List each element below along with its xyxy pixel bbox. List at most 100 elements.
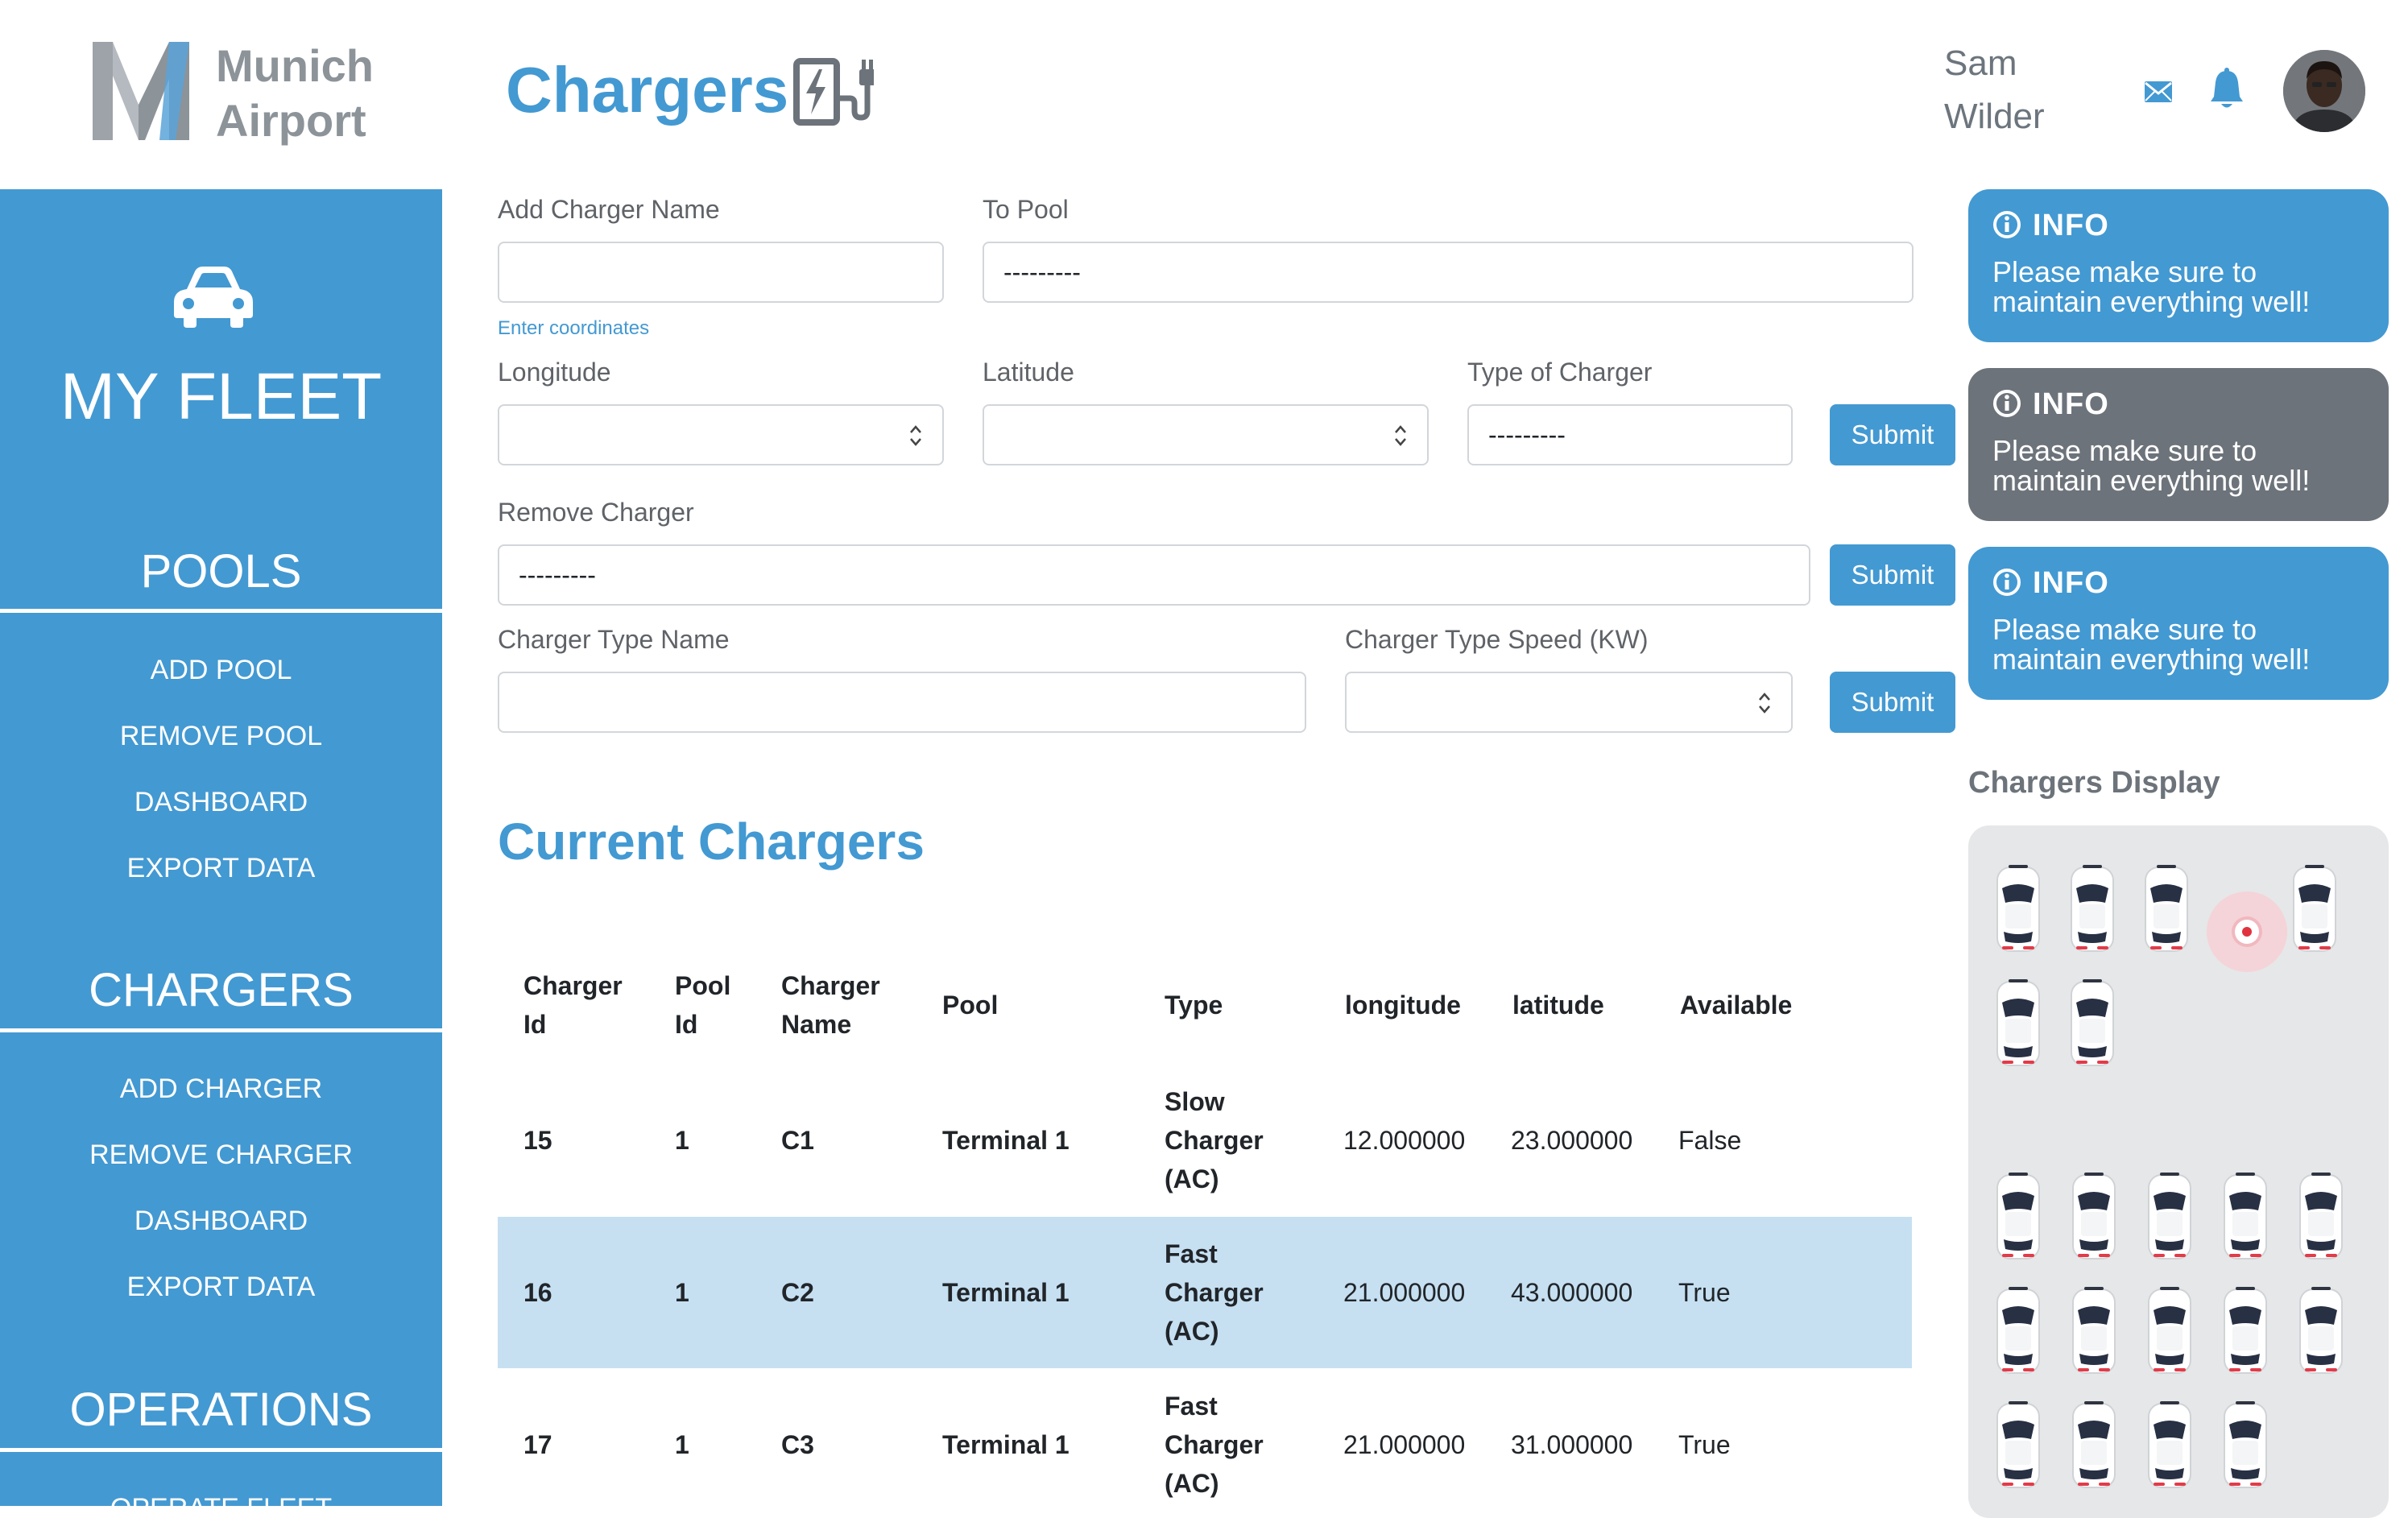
cell-charger-id: 16 <box>523 1278 552 1307</box>
header-latitude[interactable]: latitude <box>1512 986 1604 1024</box>
cell-charger-id: 17 <box>523 1430 552 1459</box>
ev-charger-icon <box>793 58 874 126</box>
cell-pool-id: 1 <box>675 1278 689 1307</box>
charger-type-submit-button[interactable]: Submit <box>1830 672 1955 733</box>
car-topview-icon[interactable] <box>2221 1286 2269 1376</box>
header-text: Id <box>675 1010 698 1039</box>
car-topview-icon[interactable] <box>2070 1172 2118 1262</box>
cell-charger-name: C1 <box>781 1126 814 1155</box>
charger-type-selected: --------- <box>1488 420 1566 449</box>
remove-charger-select[interactable]: --------- <box>498 544 1810 606</box>
cell-pool-id: 1 <box>675 1430 689 1459</box>
remove-charger-submit-button[interactable]: Submit <box>1830 544 1955 606</box>
info-card-message: Please make sure to maintain everything … <box>1992 613 2311 676</box>
cell-longitude: 21.000000 <box>1343 1278 1466 1307</box>
cell-charger-id: 15 <box>523 1126 552 1155</box>
charger-type-select[interactable]: --------- <box>1467 404 1793 465</box>
header-pool-id[interactable]: Pool Id <box>675 966 730 1044</box>
avatar[interactable] <box>2283 50 2365 132</box>
remove-charger-label: Remove Charger <box>498 498 694 527</box>
latitude-input[interactable] <box>983 404 1429 465</box>
car-topview-icon[interactable] <box>2221 1172 2269 1262</box>
car-topview-icon[interactable] <box>1994 864 2042 954</box>
charger-type-label: Type of Charger <box>1467 358 1653 387</box>
add-charger-name-label: Add Charger Name <box>498 195 720 224</box>
sidebar-item-add-charger[interactable]: ADD CHARGER <box>0 1072 442 1106</box>
longitude-label: Longitude <box>498 358 611 387</box>
header-text: Charger <box>523 971 623 1000</box>
header-text: Charger <box>781 971 880 1000</box>
car-icon <box>174 267 253 328</box>
section-divider <box>0 609 442 613</box>
stepper-arrows-icon[interactable] <box>908 424 923 448</box>
sidebar-item-chargers-export[interactable]: EXPORT DATA <box>0 1270 442 1304</box>
header-charger-id[interactable]: Charger Id <box>523 966 623 1044</box>
cell-type-line: Fast <box>1165 1392 1218 1421</box>
info-card-title: INFO <box>2033 566 2109 600</box>
cell-type-line: Charger <box>1165 1278 1264 1307</box>
cell-latitude: 43.000000 <box>1511 1278 1633 1307</box>
car-topview-icon[interactable] <box>1994 978 2042 1069</box>
mail-icon[interactable] <box>2144 81 2173 103</box>
coordinates-hint: Enter coordinates <box>498 317 650 339</box>
car-topview-icon[interactable] <box>2290 864 2339 954</box>
car-topview-icon[interactable] <box>1994 1400 2042 1491</box>
cell-type: Fast Charger (AC) <box>1165 1235 1264 1350</box>
add-charger-submit-button[interactable]: Submit <box>1830 404 1955 465</box>
info-icon <box>1993 211 2021 238</box>
header-type[interactable]: Type <box>1165 986 1223 1024</box>
sidebar: MY FLEET POOLS ADD POOL REMOVE POOL DASH… <box>0 189 442 1506</box>
car-topview-icon[interactable] <box>2068 864 2116 954</box>
sidebar-item-remove-charger[interactable]: REMOVE CHARGER <box>0 1138 442 1172</box>
bell-icon[interactable] <box>2209 68 2245 111</box>
car-topview-icon[interactable] <box>2297 1172 2345 1262</box>
airport-m-icon <box>93 42 189 140</box>
info-card: INFO Please make sure to maintain everyt… <box>1968 547 2389 700</box>
add-charger-name-input[interactable] <box>498 242 944 303</box>
car-topview-icon[interactable] <box>2221 1400 2269 1491</box>
sidebar-item-chargers-dashboard[interactable]: DASHBOARD <box>0 1204 442 1238</box>
stepper-arrows-icon[interactable] <box>1393 424 1408 448</box>
longitude-input[interactable] <box>498 404 944 465</box>
chargers-display-title: Chargers Display <box>1968 766 2220 800</box>
sidebar-item-pools-dashboard[interactable]: DASHBOARD <box>0 785 442 819</box>
logo-line-1: Munich <box>216 40 374 91</box>
to-pool-select[interactable]: --------- <box>983 242 1914 303</box>
sidebar-item-operate-fleet[interactable]: OPERATE FLEET <box>0 1491 442 1506</box>
cell-charger-name: C2 <box>781 1278 814 1307</box>
stepper-arrows-icon[interactable] <box>1757 691 1772 715</box>
car-topview-icon[interactable] <box>2145 1286 2194 1376</box>
sidebar-item-remove-pool[interactable]: REMOVE POOL <box>0 719 442 753</box>
car-topview-icon[interactable] <box>2142 864 2191 954</box>
header-pool[interactable]: Pool <box>942 986 998 1024</box>
user-first-name: Sam <box>1944 43 2017 83</box>
cell-available: False <box>1678 1126 1742 1155</box>
user-name[interactable]: Sam Wilder <box>1944 37 2057 143</box>
car-topview-icon[interactable] <box>2145 1400 2194 1491</box>
sidebar-item-add-pool[interactable]: ADD POOL <box>0 653 442 687</box>
sidebar-item-pools-export[interactable]: EXPORT DATA <box>0 851 442 885</box>
cell-latitude: 23.000000 <box>1511 1126 1633 1155</box>
car-topview-icon[interactable] <box>2145 1172 2194 1262</box>
to-pool-label: To Pool <box>983 195 1069 224</box>
header-text: Id <box>523 1010 547 1039</box>
header-longitude[interactable]: longitude <box>1345 986 1461 1024</box>
table-row[interactable]: 16 1 C2 Terminal 1 Fast Charger (AC) 21.… <box>498 1217 1912 1368</box>
header-text: Pool <box>675 971 731 1000</box>
charger-type-speed-input[interactable] <box>1345 672 1793 733</box>
cell-pool: Terminal 1 <box>942 1430 1070 1459</box>
car-topview-icon[interactable] <box>1994 1172 2042 1262</box>
info-icon <box>1993 569 2021 596</box>
charger-type-name-input[interactable] <box>498 672 1306 733</box>
info-icon <box>1993 390 2021 417</box>
header-charger-name[interactable]: Charger Name <box>781 966 880 1044</box>
car-topview-icon[interactable] <box>2070 1400 2118 1491</box>
car-topview-icon[interactable] <box>2068 978 2116 1069</box>
table-row[interactable]: 15 1 C1 Terminal 1 Slow Charger (AC) 12.… <box>498 1065 1912 1216</box>
header-available[interactable]: Available <box>1680 986 1792 1024</box>
table-row[interactable]: 17 1 C3 Terminal 1 Fast Charger (AC) 21.… <box>498 1369 1912 1506</box>
car-topview-icon[interactable] <box>1994 1286 2042 1376</box>
car-topview-icon[interactable] <box>2070 1286 2118 1376</box>
cell-type: Slow Charger (AC) <box>1165 1082 1264 1198</box>
car-topview-icon[interactable] <box>2297 1286 2345 1376</box>
